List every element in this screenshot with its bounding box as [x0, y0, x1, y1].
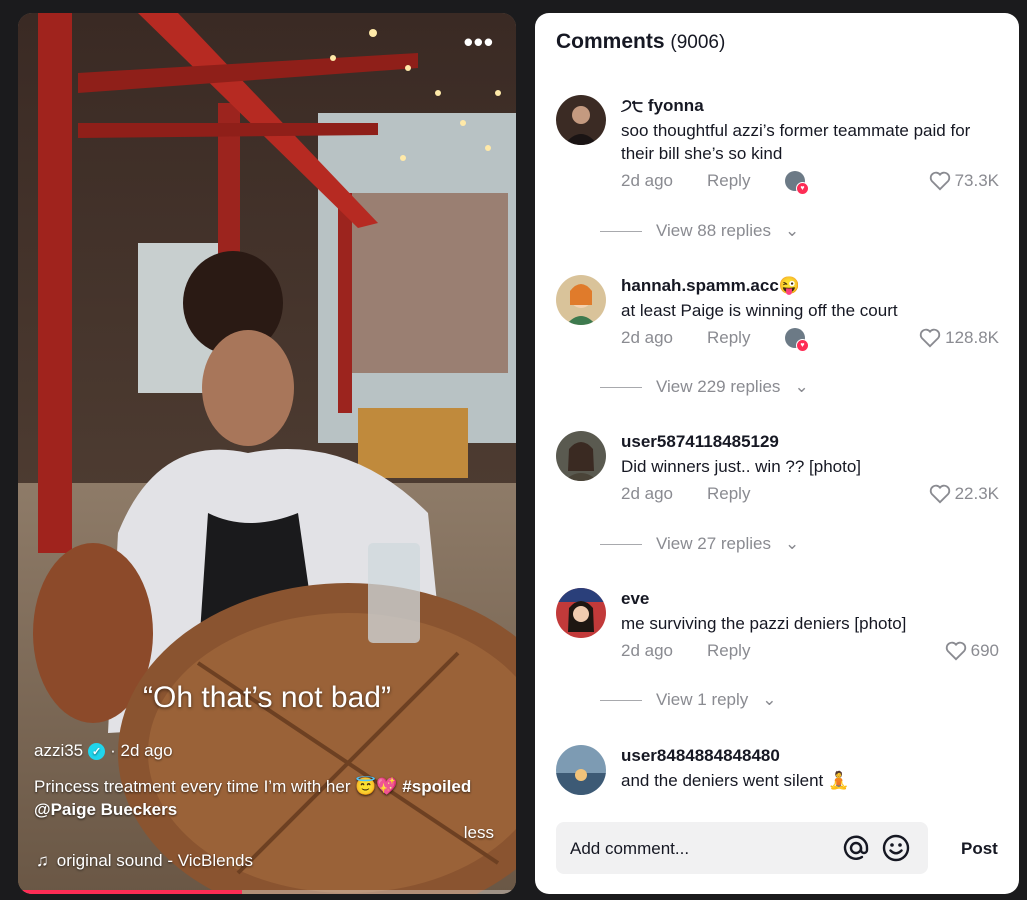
avatar[interactable]	[556, 588, 606, 638]
creator-liked-icon: ♥	[785, 171, 809, 195]
like-count: 128.8K	[945, 328, 999, 347]
comment-username[interactable]: user5874118485129	[621, 431, 999, 453]
view-replies-button[interactable]: View 27 replies ⌄	[600, 534, 799, 554]
comment-meta: 2d ago Reply 22.3K	[621, 484, 999, 508]
author-username[interactable]: azzi35	[34, 741, 83, 761]
comment-text: me surviving the pazzi deniers [photo]	[621, 614, 907, 633]
avatar[interactable]	[556, 95, 606, 145]
video-caption-overlay: “Oh that’s not bad”	[143, 681, 391, 714]
comment-text: at least Paige is winning off the court	[621, 301, 898, 320]
view-replies-label: View 27 replies	[656, 534, 771, 553]
reply-button[interactable]: Reply	[707, 171, 750, 191]
video-frame	[18, 13, 516, 894]
like-button[interactable]: 22.3K	[929, 484, 999, 504]
mention-link[interactable]: @Paige Bueckers	[34, 800, 177, 819]
sound-link[interactable]: ♫ original sound - VicBlends	[36, 851, 253, 871]
like-button[interactable]: 73.3K	[929, 171, 999, 191]
emoji-icon[interactable]	[881, 833, 911, 863]
comments-count: (9006)	[670, 32, 726, 53]
hashtag-link[interactable]: #spoiled	[402, 777, 471, 796]
comment-time: 2d ago	[621, 171, 673, 190]
comment-time: 2d ago	[621, 484, 673, 503]
view-replies-label: View 88 replies	[656, 221, 771, 240]
view-replies-button[interactable]: View 229 replies ⌄	[600, 377, 809, 397]
heart-outline-icon	[929, 484, 950, 504]
chevron-down-icon: ⌄	[794, 377, 809, 396]
heart-outline-icon	[929, 171, 950, 191]
comment-meta: 2d ago Reply ♥ 128.8K	[621, 328, 999, 352]
video-progress-fill	[18, 890, 243, 894]
like-count: 73.3K	[954, 171, 999, 190]
comment-meta: 2d ago Reply ♥ 73.3K	[621, 171, 999, 195]
comment-text: soo thoughtful azzi’s former teammate pa…	[621, 121, 971, 163]
comment-input-bar	[556, 822, 928, 876]
video-description: Princess treatment every time I’m with h…	[34, 775, 504, 821]
mention-at-icon[interactable]	[841, 833, 871, 863]
avatar[interactable]	[556, 745, 606, 795]
view-replies-label: View 229 replies	[656, 377, 781, 396]
view-replies-button[interactable]: View 1 reply ⌄	[600, 690, 777, 710]
post-time: · 2d ago	[110, 741, 173, 760]
avatar[interactable]	[556, 431, 606, 481]
video-author-row: azzi35 ✓ · 2d ago	[34, 741, 173, 761]
show-less-button[interactable]: less	[464, 823, 494, 843]
divider-line	[600, 543, 642, 545]
comment-time: 2d ago	[621, 328, 673, 347]
comment-username[interactable]: user8484884848480	[621, 745, 999, 767]
post-button[interactable]: Post	[961, 839, 998, 859]
comment-username[interactable]: ੭੮ fyonna	[621, 95, 999, 117]
chevron-down-icon: ⌄	[784, 221, 800, 240]
creator-liked-icon: ♥	[785, 328, 809, 352]
comments-title: Comments	[556, 30, 665, 53]
like-button[interactable]: 690	[945, 641, 999, 661]
comment-text: and the deniers went silent 🧘	[621, 771, 850, 790]
reply-button[interactable]: Reply	[707, 328, 750, 348]
verified-badge-icon: ✓	[88, 742, 106, 760]
view-replies-button[interactable]: View 88 replies ⌄	[600, 221, 799, 241]
video-progress-bar[interactable]	[18, 890, 516, 894]
comment-text: Did winners just.. win ?? [photo]	[621, 457, 862, 476]
chevron-down-icon: ⌄	[784, 534, 800, 553]
comment-input[interactable]	[568, 822, 832, 876]
video-player[interactable]: ••• “Oh that’s not bad” azzi35 ✓ · 2d ag…	[18, 13, 516, 894]
reply-button[interactable]: Reply	[707, 484, 750, 504]
comments-panel: Comments (9006) ੭੮ fyonna soo thoughtful…	[535, 13, 1019, 894]
divider-line	[600, 699, 642, 701]
chevron-down-icon: ⌄	[762, 690, 777, 709]
music-note-icon: ♫	[36, 851, 49, 870]
comment-username[interactable]: eve	[621, 588, 999, 610]
like-count: 690	[970, 641, 999, 660]
view-replies-label: View 1 reply	[656, 690, 749, 709]
divider-line	[600, 386, 642, 388]
comment-meta: 2d ago Reply 690	[621, 641, 999, 665]
description-text: Princess treatment every time I’m with h…	[34, 777, 398, 796]
heart-outline-icon	[945, 641, 966, 661]
sound-name: original sound - VicBlends	[56, 851, 253, 870]
like-button[interactable]: 128.8K	[919, 328, 999, 348]
comments-header: Comments (9006)	[556, 30, 725, 54]
like-count: 22.3K	[954, 484, 999, 503]
divider-line	[600, 230, 642, 232]
comment-time: 2d ago	[621, 641, 673, 660]
reply-button[interactable]: Reply	[707, 641, 750, 661]
avatar[interactable]	[556, 275, 606, 325]
heart-outline-icon	[919, 328, 941, 348]
comment-username[interactable]: hannah.spamm.acc😜	[621, 275, 999, 297]
comment-list[interactable]: ੭੮ fyonna soo thoughtful azzi’s former t…	[535, 83, 1019, 802]
more-options-button[interactable]: •••	[464, 29, 494, 55]
